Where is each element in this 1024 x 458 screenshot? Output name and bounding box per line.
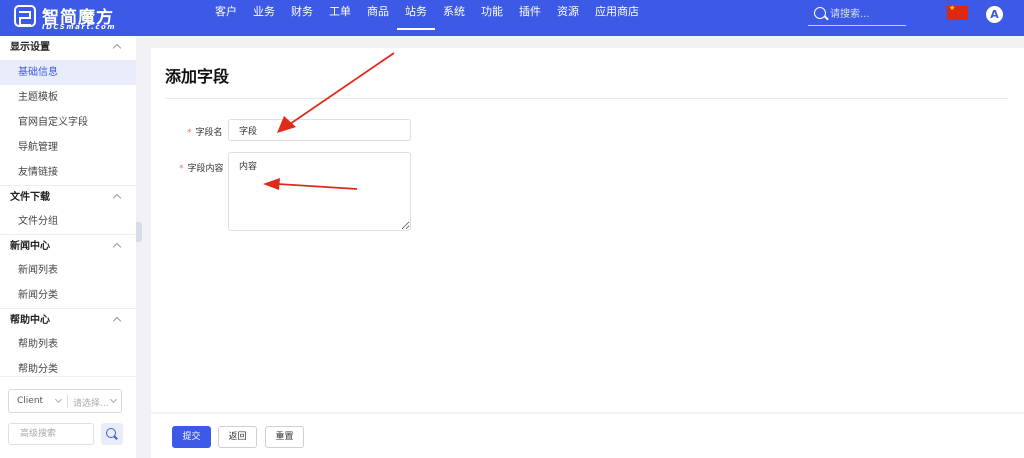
- main-panel: 添加字段 *字段名 *字段内容 内容: [151, 48, 1024, 412]
- page-title: 添加字段: [165, 67, 230, 86]
- chevron-down-icon: [54, 395, 63, 404]
- sidebar-item-basic-info[interactable]: 基础信息: [0, 60, 136, 85]
- reset-button[interactable]: 重置: [265, 426, 304, 448]
- client-select[interactable]: Client 请选择...: [8, 389, 122, 413]
- top-navbar: 智简魔方 IDCSmart.com 客户 业务 财务 工单 商品 站务 系统 功…: [0, 0, 1024, 36]
- sidebar-item-theme-template[interactable]: 主题模板: [0, 85, 136, 110]
- search-icon: [106, 428, 116, 438]
- sidebar-group-title: 帮助中心: [10, 315, 50, 326]
- sidebar-group-downloads[interactable]: 文件下载: [0, 185, 136, 209]
- nav-app-store[interactable]: 应用商店: [587, 0, 647, 30]
- field-content-label: * 字段内容: [179, 164, 224, 174]
- required-star: *: [187, 128, 192, 138]
- user-avatar[interactable]: A: [986, 6, 1003, 23]
- sidebar: 显示设置 基础信息 主题模板 官网自定义字段 导航管理 友情链接 文件下载 文件…: [0, 36, 136, 458]
- brand-sub: IDCSmart.com: [42, 23, 117, 31]
- top-search-input[interactable]: [830, 5, 904, 23]
- form-footer: 提交 返回 重置: [151, 414, 1024, 458]
- nav-finance[interactable]: 财务: [283, 0, 321, 30]
- client-select-value: Client: [17, 396, 44, 406]
- nav-tickets[interactable]: 工单: [321, 0, 359, 30]
- sidebar-collapse-handle[interactable]: [136, 222, 142, 242]
- sidebar-item-news-list[interactable]: 新闻列表: [0, 258, 136, 283]
- chevron-down-icon: [109, 395, 118, 404]
- chevron-up-icon: [112, 242, 122, 252]
- sidebar-item-help-list[interactable]: 帮助列表: [0, 332, 136, 357]
- chevron-up-icon: [112, 43, 122, 53]
- sidebar-item-file-groups[interactable]: 文件分组: [0, 209, 136, 234]
- chevron-up-icon: [112, 316, 122, 326]
- nav-system[interactable]: 系统: [435, 0, 473, 30]
- sidebar-group-title: 新闻中心: [10, 241, 50, 252]
- field-name-input[interactable]: [228, 119, 411, 141]
- brand-logo[interactable]: 智简魔方 IDCSmart.com: [14, 4, 144, 32]
- title-divider: [165, 98, 1008, 99]
- sidebar-item-custom-fields[interactable]: 官网自定义字段: [0, 110, 136, 135]
- nav-site[interactable]: 站务: [397, 0, 435, 30]
- search-icon[interactable]: [814, 7, 826, 19]
- required-star: *: [179, 164, 184, 174]
- field-name-label: * 字段名: [187, 128, 223, 138]
- china-flag-icon[interactable]: [947, 4, 968, 20]
- nav-products[interactable]: 商品: [359, 0, 397, 30]
- nav-customers[interactable]: 客户: [207, 0, 245, 30]
- sidebar-item-friend-links[interactable]: 友情链接: [0, 160, 136, 185]
- advanced-search-button[interactable]: [101, 423, 123, 445]
- sidebar-group-title: 显示设置: [10, 42, 50, 53]
- logo-icon: [14, 5, 36, 27]
- back-button[interactable]: 返回: [218, 426, 257, 448]
- advanced-search-input[interactable]: [8, 423, 94, 445]
- field-content-textarea[interactable]: 内容: [228, 152, 411, 231]
- nav-business[interactable]: 业务: [245, 0, 283, 30]
- secondary-select-placeholder[interactable]: 请选择...: [73, 396, 109, 409]
- chevron-up-icon: [112, 193, 122, 203]
- sidebar-search-panel: Client 请选择...: [0, 376, 136, 458]
- main-nav: 客户 业务 财务 工单 商品 站务 系统 功能 插件 资源 应用商店: [207, 0, 647, 36]
- submit-button[interactable]: 提交: [172, 426, 211, 448]
- nav-features[interactable]: 功能: [473, 0, 511, 30]
- nav-resources[interactable]: 资源: [549, 0, 587, 30]
- sidebar-group-help[interactable]: 帮助中心: [0, 308, 136, 332]
- sidebar-group-display-settings[interactable]: 显示设置: [0, 36, 136, 60]
- sidebar-item-nav-management[interactable]: 导航管理: [0, 135, 136, 160]
- top-search: [808, 4, 906, 26]
- nav-plugins[interactable]: 插件: [511, 0, 549, 30]
- sidebar-group-news[interactable]: 新闻中心: [0, 234, 136, 258]
- sidebar-group-title: 文件下载: [10, 192, 50, 203]
- sidebar-item-news-categories[interactable]: 新闻分类: [0, 283, 136, 308]
- select-divider: [67, 395, 68, 408]
